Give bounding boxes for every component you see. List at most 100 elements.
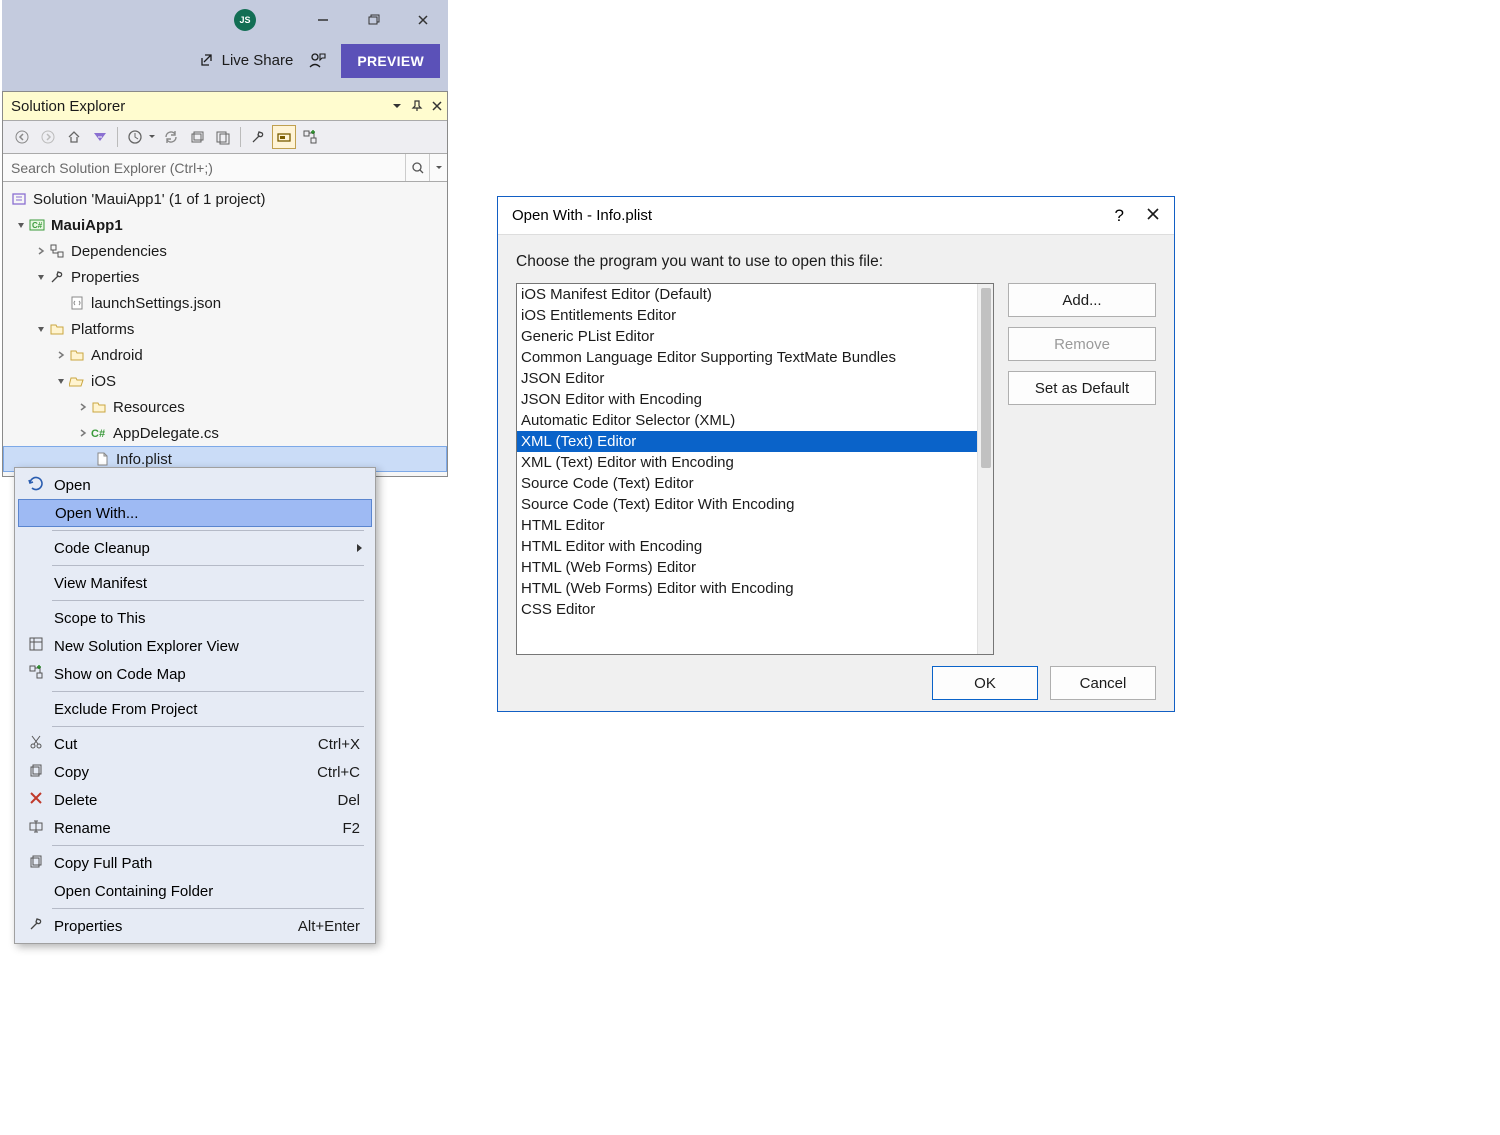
nav-back-icon[interactable]	[10, 125, 34, 149]
home-icon[interactable]	[62, 125, 86, 149]
ctx-copy[interactable]: Copy Ctrl+C	[18, 758, 372, 786]
chevron-right-icon[interactable]	[35, 245, 47, 257]
live-share-button[interactable]: Live Share	[198, 52, 294, 70]
folder-icon	[49, 321, 65, 337]
solution-node[interactable]: Solution 'MauiApp1' (1 of 1 project)	[3, 186, 447, 212]
appdelegate-node[interactable]: C# AppDelegate.cs	[3, 420, 447, 446]
program-list-item[interactable]: JSON Editor with Encoding	[517, 389, 977, 410]
chevron-down-icon[interactable]	[35, 323, 47, 335]
program-list[interactable]: iOS Manifest Editor (Default)iOS Entitle…	[516, 283, 994, 655]
submenu-arrow-icon	[356, 540, 364, 557]
ctx-new-se-view[interactable]: New Solution Explorer View	[18, 632, 372, 660]
feedback-icon[interactable]	[307, 51, 327, 71]
resources-node[interactable]: Resources	[3, 394, 447, 420]
chevron-right-icon[interactable]	[77, 427, 89, 439]
program-list-item[interactable]: Automatic Editor Selector (XML)	[517, 410, 977, 431]
ctx-open-with[interactable]: Open With...	[18, 499, 372, 527]
csharp-file-icon: C#	[91, 425, 107, 441]
solution-explorer-panel: Solution Explorer	[2, 91, 448, 477]
chevron-right-icon[interactable]	[77, 401, 89, 413]
android-node[interactable]: Android	[3, 342, 447, 368]
window-restore-button[interactable]	[348, 0, 398, 40]
set-default-button[interactable]: Set as Default	[1008, 371, 1156, 405]
properties-node[interactable]: Properties	[3, 264, 447, 290]
ctx-delete[interactable]: Delete Del	[18, 786, 372, 814]
program-list-item[interactable]: XML (Text) Editor	[517, 431, 977, 452]
panel-close-icon[interactable]	[427, 96, 447, 116]
scrollbar[interactable]	[977, 284, 993, 654]
properties-icon[interactable]	[246, 125, 270, 149]
wrench-icon	[49, 269, 65, 285]
program-list-item[interactable]: HTML Editor	[517, 515, 977, 536]
program-list-item[interactable]: Source Code (Text) Editor	[517, 473, 977, 494]
add-node-icon[interactable]	[298, 125, 322, 149]
switch-views-icon[interactable]	[88, 125, 112, 149]
ctx-rename[interactable]: Rename F2	[18, 814, 372, 842]
ctx-view-manifest[interactable]: View Manifest	[18, 569, 372, 597]
program-list-item[interactable]: HTML (Web Forms) Editor	[517, 557, 977, 578]
project-node[interactable]: C# MauiApp1	[3, 212, 447, 238]
chevron-right-icon[interactable]	[55, 349, 67, 361]
search-input[interactable]	[3, 159, 405, 177]
preview-selected-items-icon[interactable]	[272, 125, 296, 149]
program-list-item[interactable]: Generic PList Editor	[517, 326, 977, 347]
window-minimize-button[interactable]	[298, 0, 348, 40]
svg-text:C#: C#	[32, 221, 43, 230]
show-all-files-icon[interactable]	[211, 125, 235, 149]
context-menu: Open Open With... Code Cleanup View Mani…	[14, 467, 376, 944]
scissors-icon	[28, 734, 44, 754]
wrench-icon	[28, 916, 44, 936]
ios-node[interactable]: iOS	[3, 368, 447, 394]
window-close-button[interactable]	[398, 0, 448, 40]
open-with-dialog: Open With - Info.plist ? Choose the prog…	[497, 196, 1175, 712]
program-list-item[interactable]: iOS Manifest Editor (Default)	[517, 284, 977, 305]
ctx-open-containing[interactable]: Open Containing Folder	[18, 877, 372, 905]
chevron-down-icon[interactable]	[55, 375, 67, 387]
ctx-exclude[interactable]: Exclude From Project	[18, 695, 372, 723]
live-share-label: Live Share	[222, 52, 294, 69]
sync-icon[interactable]	[159, 125, 183, 149]
search-icon[interactable]	[405, 154, 429, 181]
ctx-scope-to-this[interactable]: Scope to This	[18, 604, 372, 632]
ok-button[interactable]: OK	[932, 666, 1038, 700]
add-button[interactable]: Add...	[1008, 283, 1156, 317]
ctx-copy-full-path[interactable]: Copy Full Path	[18, 849, 372, 877]
dependencies-node[interactable]: Dependencies	[3, 238, 447, 264]
ctx-properties[interactable]: Properties Alt+Enter	[18, 912, 372, 940]
collapse-all-icon[interactable]	[185, 125, 209, 149]
nav-forward-icon[interactable]	[36, 125, 60, 149]
launchsettings-node[interactable]: launchSettings.json	[3, 290, 447, 316]
platforms-node[interactable]: Platforms	[3, 316, 447, 342]
chevron-down-icon[interactable]	[15, 219, 27, 231]
program-list-item[interactable]: JSON Editor	[517, 368, 977, 389]
copy-icon	[28, 762, 44, 782]
program-list-item[interactable]: HTML Editor with Encoding	[517, 536, 977, 557]
program-list-item[interactable]: CSS Editor	[517, 599, 977, 620]
file-icon	[94, 451, 110, 467]
preview-button[interactable]: PREVIEW	[341, 44, 440, 78]
ctx-cut[interactable]: Cut Ctrl+X	[18, 730, 372, 758]
panel-pin-icon[interactable]	[407, 96, 427, 116]
delete-icon	[28, 790, 44, 810]
cancel-button[interactable]: Cancel	[1050, 666, 1156, 700]
user-avatar[interactable]: JS	[234, 9, 256, 31]
program-list-item[interactable]: XML (Text) Editor with Encoding	[517, 452, 977, 473]
remove-button[interactable]: Remove	[1008, 327, 1156, 361]
chevron-down-icon[interactable]	[35, 271, 47, 283]
program-list-item[interactable]: Source Code (Text) Editor With Encoding	[517, 494, 977, 515]
help-icon[interactable]: ?	[1115, 206, 1124, 226]
ctx-code-cleanup[interactable]: Code Cleanup	[18, 534, 372, 562]
program-list-item[interactable]: iOS Entitlements Editor	[517, 305, 977, 326]
panel-options-dropdown[interactable]	[387, 96, 407, 116]
code-map-icon	[28, 664, 44, 684]
dialog-close-icon[interactable]	[1146, 207, 1160, 224]
scrollbar-thumb[interactable]	[981, 288, 991, 468]
search-options-dropdown[interactable]	[429, 154, 447, 181]
program-list-item[interactable]: Common Language Editor Supporting TextMa…	[517, 347, 977, 368]
program-list-item[interactable]: HTML (Web Forms) Editor with Encoding	[517, 578, 977, 599]
open-arrow-icon	[27, 474, 45, 496]
pending-changes-filter-icon[interactable]	[123, 125, 147, 149]
ctx-open[interactable]: Open	[18, 471, 372, 499]
folder-open-icon	[69, 373, 85, 389]
ctx-show-code-map[interactable]: Show on Code Map	[18, 660, 372, 688]
